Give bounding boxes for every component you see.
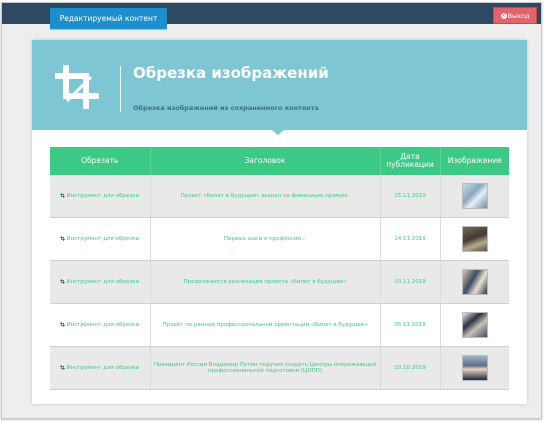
row-image-cell [440,217,509,261]
crop-tool-link[interactable]: Инструмент для обрезки [50,217,151,261]
row-image-cell [440,303,509,347]
column-header-image: Изображение [440,147,509,175]
logout-label: Выход [507,12,530,20]
row-title[interactable]: Проект «Билет в будущее» вышел на финишн… [150,175,381,218]
row-title[interactable]: Проект по ранней профессиональной ориент… [150,303,381,347]
column-header-title: Заголовок [150,147,381,175]
crop-tool-icon [60,365,66,370]
row-date: 10.11.2019 [380,260,441,304]
close-icon: × [500,13,507,19]
row-thumbnail[interactable] [461,183,488,209]
row-thumbnail[interactable] [461,269,488,295]
row-date: 20.10.2019 [380,346,441,390]
content-table: Обрезать Заголовок Дата публикации Изобр… [50,147,509,390]
crop-tool-icon [60,279,66,284]
table-row: Инструмент для обрезки Проект по ранней … [50,303,509,347]
row-image-cell [440,175,509,218]
crop-tool-label: Инструмент для обрезки [66,322,140,328]
crop-tool-icon [60,236,66,241]
row-image-cell [440,260,509,304]
table-row: Инструмент для обрезки Первые шаги в про… [50,217,509,261]
column-header-crop: Обрезать [50,147,151,175]
crop-tool-link[interactable]: Инструмент для обрезки [50,303,151,347]
row-title[interactable]: Первые шаги в профессии... [150,217,381,261]
table-row: Инструмент для обрезки Продолжается реал… [50,260,509,304]
header-divider [120,66,121,112]
table-row: Инструмент для обрезки Президент России … [50,346,509,390]
row-thumbnail[interactable] [461,355,488,381]
header-pointer [272,130,284,135]
panel-header: Обрезка изображений Обрезка изображений … [32,40,527,130]
edit-content-tab[interactable]: Редактируемый контент [50,8,167,29]
row-image-cell [440,346,509,390]
row-date: 06.11.2019 [380,303,441,347]
row-thumbnail[interactable] [461,312,488,338]
page-subtitle: Обрезка изображений из сохраненного конт… [133,104,319,112]
row-thumbnail[interactable] [461,226,488,252]
crop-tool-link[interactable]: Инструмент для обрезки [50,260,151,304]
app-window: Редактируемый контент × Выход Обрезка изо… [1,2,542,419]
page-title: Обрезка изображений [133,64,329,82]
logout-button[interactable]: × Выход [493,7,537,24]
crop-tool-icon [60,322,66,327]
column-header-date: Дата публикации [380,147,441,175]
crop-tool-label: Инструмент для обрезки [66,193,140,199]
row-date: 15.11.2019 [380,175,441,218]
crop-panel: Обрезка изображений Обрезка изображений … [32,40,527,404]
crop-tool-link[interactable]: Инструмент для обрезки [50,346,151,390]
crop-tool-link[interactable]: Инструмент для обрезки [50,175,151,218]
row-title[interactable]: Продолжается реализация проекта «Билет в… [150,260,381,304]
crop-tool-icon [60,193,66,198]
table-header-row: Обрезать Заголовок Дата публикации Изобр… [50,147,509,175]
crop-icon [55,65,99,109]
row-date: 14.11.2019 [380,217,441,261]
crop-tool-label: Инструмент для обрезки [66,236,140,242]
crop-tool-label: Инструмент для обрезки [66,365,140,371]
table-row: Инструмент для обрезки Проект «Билет в б… [50,175,509,218]
row-title[interactable]: Президент России Владимир Путин поручил … [150,346,381,390]
crop-tool-label: Инструмент для обрезки [66,279,140,285]
